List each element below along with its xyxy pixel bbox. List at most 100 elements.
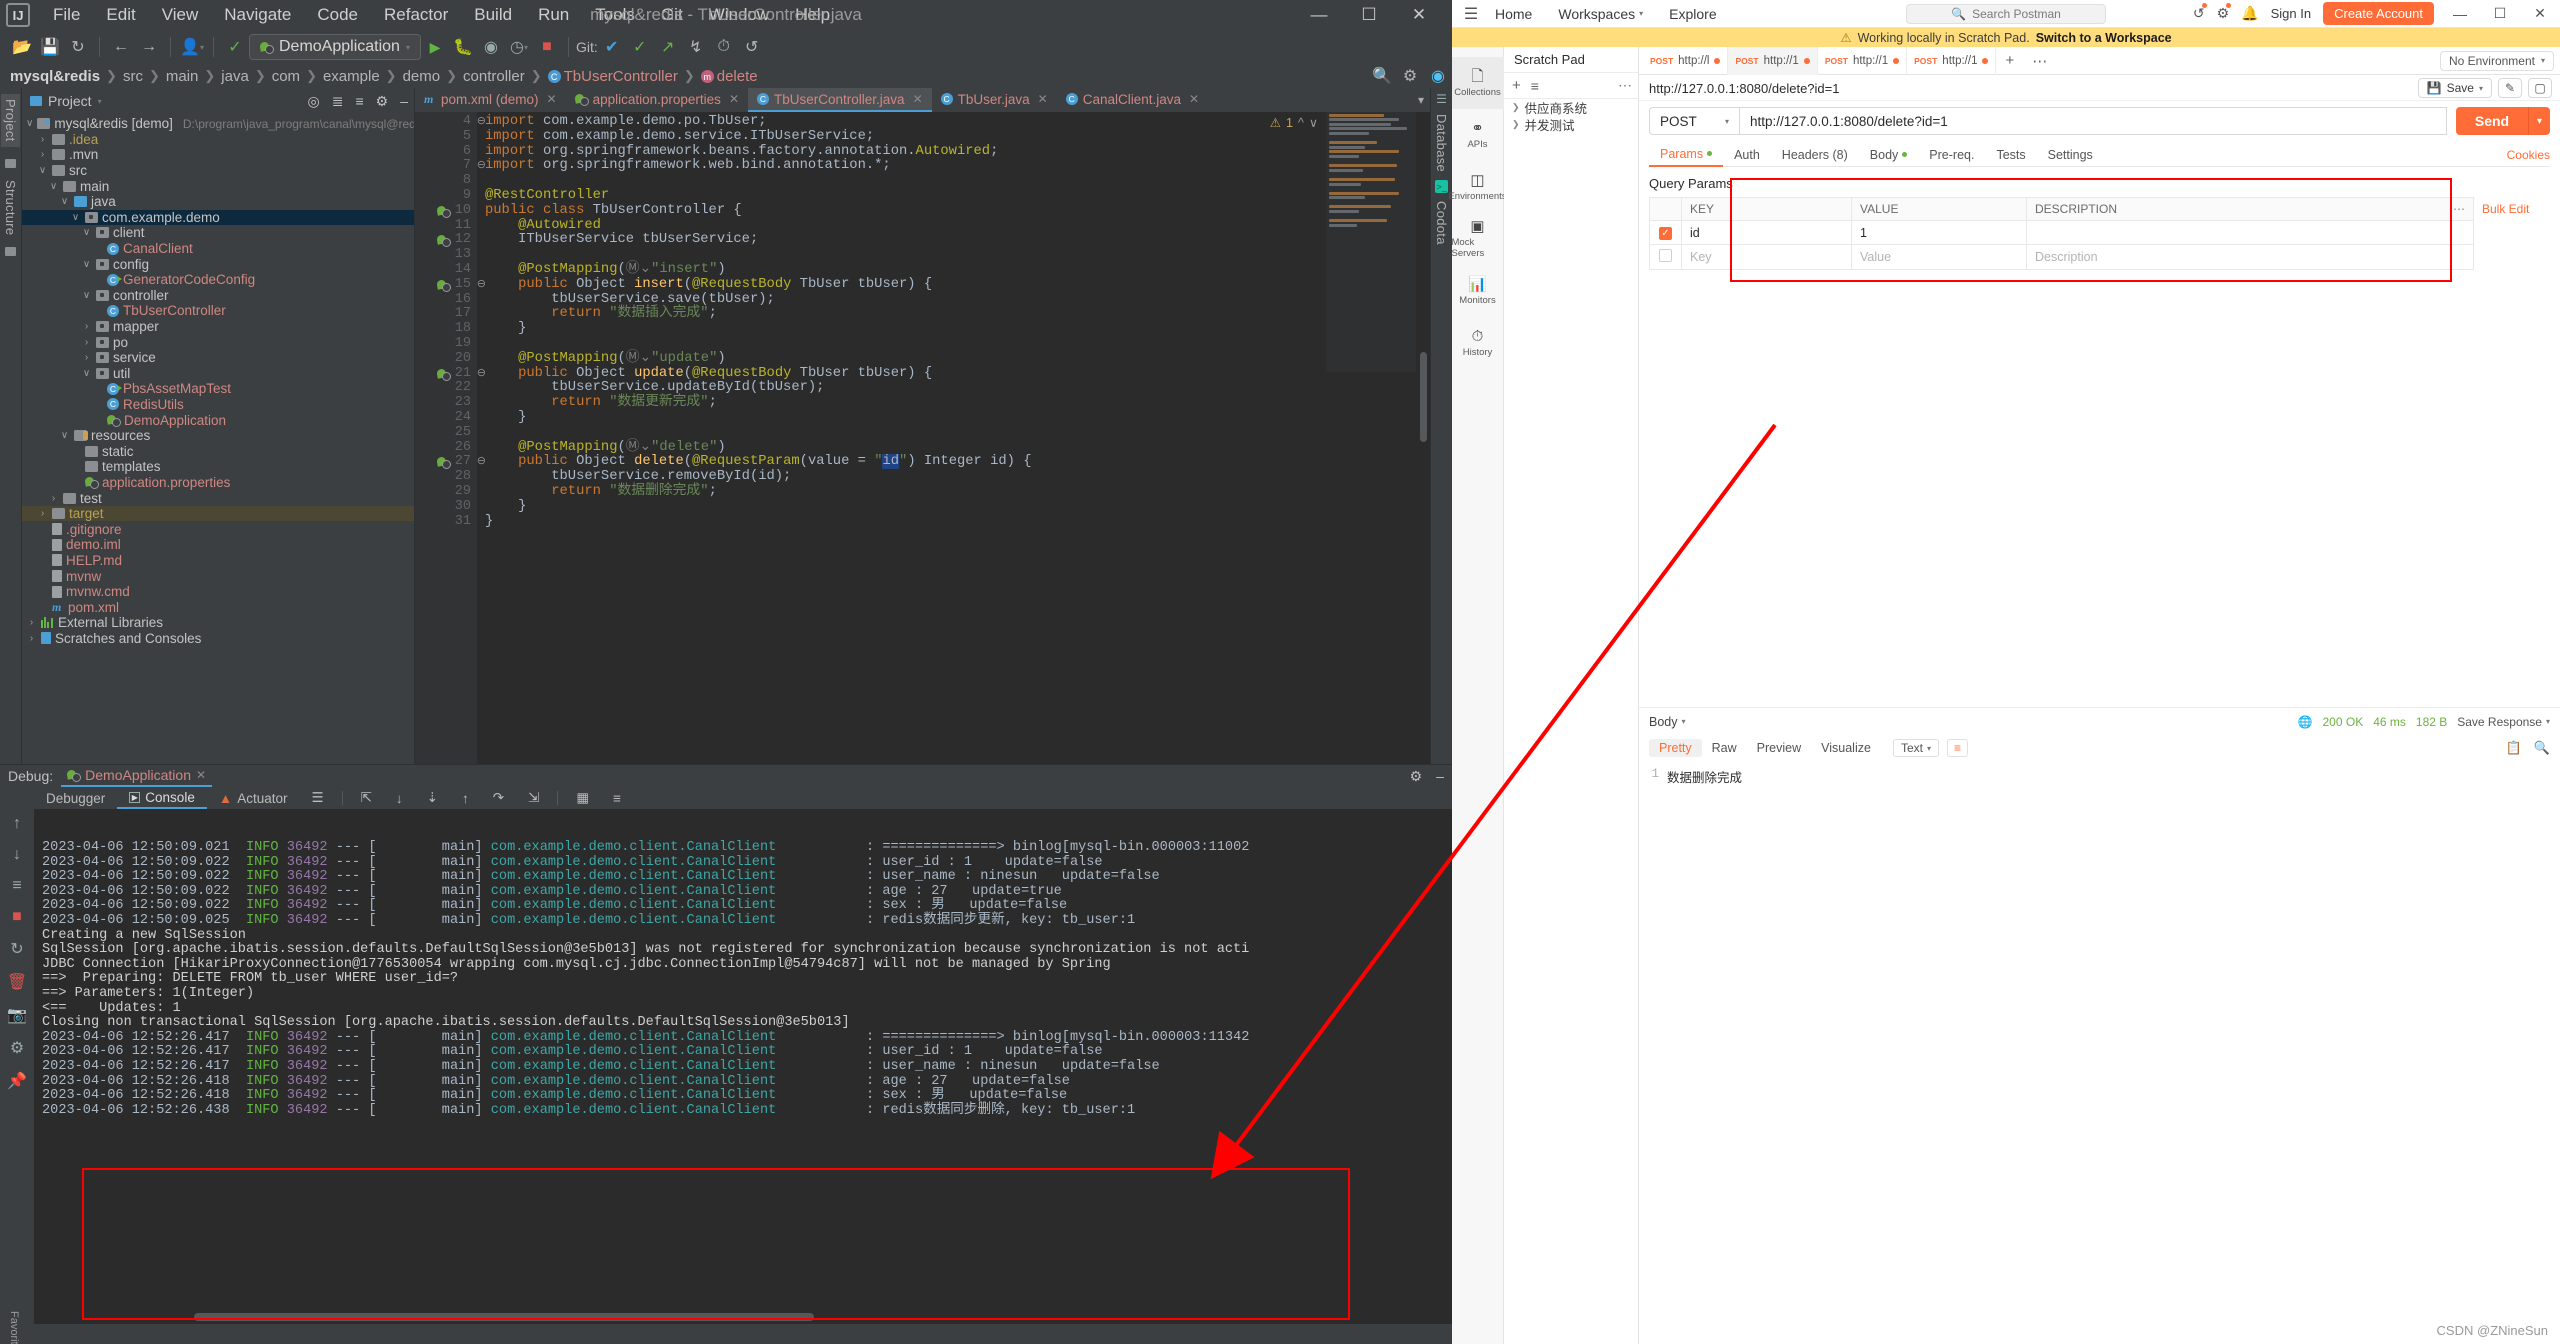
table-row[interactable]: ✓ id 1 <box>1649 220 2550 245</box>
breadcrumb-item-example[interactable]: example <box>319 68 384 85</box>
prev-problem-icon[interactable]: ^ <box>1298 116 1304 130</box>
tree-row[interactable]: m pom.xml <box>22 599 414 615</box>
gutter-line[interactable]: 6 <box>415 144 477 160</box>
chevron-right-icon[interactable]: › <box>37 134 48 145</box>
gutter-line[interactable]: 8 <box>415 173 477 189</box>
tree-row[interactable]: mvnw.cmd <box>22 584 414 600</box>
git-push-icon[interactable]: ↗ <box>654 33 682 61</box>
tree-row[interactable]: static <box>22 443 414 459</box>
menu-refactor[interactable]: Refactor <box>371 2 461 28</box>
stop-icon[interactable]: ■ <box>533 33 561 61</box>
breadcrumb-item-java[interactable]: java <box>217 68 253 85</box>
tree-row[interactable]: ∨ client <box>22 225 414 241</box>
filter-icon[interactable]: ≡ <box>1531 78 1539 94</box>
chevron-down-icon[interactable]: ∨ <box>59 196 70 207</box>
row-description[interactable] <box>2026 220 2474 245</box>
profile-icon[interactable]: 👤 ▾ <box>178 33 206 61</box>
tree-row[interactable]: ∨ config <box>22 256 414 272</box>
spring-bean-gutter-icon[interactable] <box>437 279 451 292</box>
sidebar-item-apis[interactable]: ⚭ APIs <box>1452 109 1504 161</box>
profiler-icon[interactable]: ◷ ▾ <box>505 33 533 61</box>
rerun-icon[interactable]: ↻ <box>10 939 23 959</box>
row-checkbox-cell[interactable] <box>1649 244 1682 270</box>
breadcrumb-item-src[interactable]: src <box>119 68 147 85</box>
gutter-line[interactable]: 25 <box>415 425 477 441</box>
close-icon[interactable]: ✕ <box>913 92 923 106</box>
row-value[interactable]: 1 <box>1851 220 2027 245</box>
scroll-up-icon[interactable]: ↑ <box>13 815 21 833</box>
chevron-down-icon[interactable]: ∨ <box>81 227 92 238</box>
row-key-placeholder[interactable]: Key <box>1681 244 1852 270</box>
code-fold-icon[interactable]: ⊖ <box>477 115 486 130</box>
environment-selector[interactable]: No Environment ▾ <box>2439 50 2554 71</box>
more-options-icon[interactable]: ⋯ <box>1618 77 1632 94</box>
back-icon[interactable]: ← <box>107 33 135 61</box>
gutter-line[interactable]: 5 <box>415 129 477 145</box>
expand-all-icon[interactable]: ≣ <box>332 93 344 110</box>
tree-row[interactable]: mvnw <box>22 568 414 584</box>
step-out-icon[interactable]: ↑ <box>450 789 481 808</box>
new-tab-button[interactable]: + <box>1996 52 2023 69</box>
close-button[interactable]: ✕ <box>2526 3 2554 25</box>
row-key[interactable]: id <box>1681 220 1852 245</box>
chevron-right-icon[interactable]: › <box>37 149 48 160</box>
row-description-placeholder[interactable]: Description <box>2026 244 2474 270</box>
close-icon[interactable]: ✕ <box>1038 92 1048 106</box>
debug-session-tab[interactable]: DemoApplication ✕ <box>61 765 213 787</box>
tree-row[interactable]: › service <box>22 350 414 366</box>
tree-row[interactable]: ∨ resources <box>22 428 414 444</box>
tree-row[interactable]: application.properties <box>22 475 414 491</box>
chevron-right-icon[interactable]: › <box>26 617 37 628</box>
chevron-down-icon[interactable]: ∨ <box>37 165 48 176</box>
tree-row[interactable]: C TbUserController <box>22 303 414 319</box>
collection-item-supplier[interactable]: ❯ 供应商系统 <box>1504 99 1638 116</box>
tree-row[interactable]: C GeneratorCodeConfig <box>22 272 414 288</box>
sidebar-item-history[interactable]: ⏱ History <box>1452 317 1504 369</box>
chevron-right-icon[interactable]: › <box>81 352 92 363</box>
sidebar-item-environments[interactable]: ◫ Environments <box>1448 161 1506 213</box>
tree-row[interactable]: ∨ controller <box>22 288 414 304</box>
stop-icon[interactable]: ■ <box>12 908 22 926</box>
code-fold-icon[interactable]: ⊖ <box>477 367 486 382</box>
view-raw[interactable]: Raw <box>1702 739 1747 757</box>
request-tab-1[interactable]: POST http://l <box>1643 46 1729 75</box>
soft-wrap-icon[interactable]: ☰ <box>299 788 335 808</box>
open-project-icon[interactable]: 📂 <box>8 33 36 61</box>
tree-row[interactable]: templates <box>22 459 414 475</box>
save-all-icon[interactable]: 💾 <box>36 33 64 61</box>
settings-gear-icon[interactable]: ⚙ <box>2217 3 2232 22</box>
forward-icon[interactable]: → <box>135 33 163 61</box>
git-update-icon[interactable]: ✔ <box>598 33 626 61</box>
tree-row[interactable]: › Scratches and Consoles <box>22 631 414 647</box>
tree-row[interactable]: HELP.md <box>22 553 414 569</box>
gutter-line[interactable]: 30 <box>415 499 477 515</box>
close-button[interactable]: ✕ <box>1394 0 1444 30</box>
cookies-link[interactable]: Cookies <box>2507 148 2550 162</box>
tool-window-codota[interactable]: Codota <box>1434 201 1449 245</box>
spring-bean-gutter-icon[interactable] <box>437 368 451 381</box>
codota-icon[interactable]: ◉ <box>1424 62 1452 90</box>
editor-tab[interactable]: application.properties ✕ <box>566 88 748 112</box>
console-output[interactable]: 2023-04-06 12:50:09.021 INFO 36492 --- [… <box>34 809 1452 1324</box>
tool-window-structure[interactable]: Structure <box>3 180 18 235</box>
method-selector[interactable]: POST ▾ <box>1649 107 1739 135</box>
breadcrumb-item-method[interactable]: m delete <box>697 68 762 85</box>
favorites-tool-window[interactable]: Favorites <box>8 1311 20 1344</box>
gutter-line[interactable]: 15 ⊖ <box>415 277 486 293</box>
bean-gutter-icon[interactable] <box>437 234 451 248</box>
chevron-right-icon[interactable]: › <box>48 493 59 504</box>
gutter-line[interactable]: 14 <box>415 262 477 278</box>
bulk-edit-link[interactable]: Bulk Edit <box>2482 202 2529 216</box>
sidebar-item-monitors[interactable]: 📊 Monitors <box>1452 265 1504 317</box>
spring-bean-gutter-icon[interactable] <box>437 456 451 470</box>
tree-row[interactable]: .gitignore <box>22 521 414 537</box>
settings-icon[interactable]: ≡ <box>601 789 633 808</box>
search-everywhere-icon[interactable]: 🔍 <box>1368 62 1396 90</box>
step-over-icon[interactable]: ⇱ <box>349 788 384 808</box>
editor-vertical-scrollbar[interactable] <box>1417 112 1430 764</box>
debug-icon[interactable]: 🐛 <box>449 33 477 61</box>
tree-row[interactable]: › test <box>22 490 414 506</box>
code-fold-icon[interactable]: ⊖ <box>477 455 486 470</box>
gutter-line[interactable]: 28 <box>415 469 477 485</box>
drop-frame-icon[interactable]: ↷ <box>481 788 516 808</box>
